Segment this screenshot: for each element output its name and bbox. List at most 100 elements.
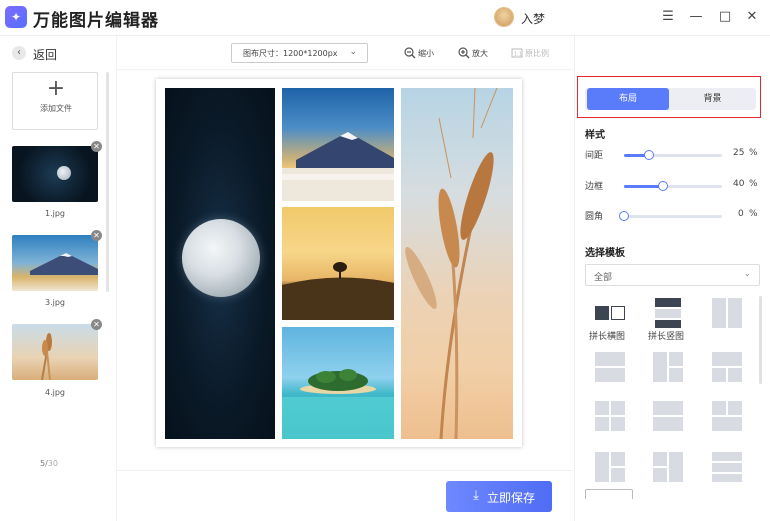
- chevron-down-icon: ⌄: [349, 47, 357, 57]
- zoom-in-icon: [458, 47, 470, 59]
- template-cell: [669, 368, 683, 382]
- original-ratio-icon: 1:1: [511, 47, 523, 59]
- template-cell: [611, 306, 625, 320]
- layout-template-item[interactable]: [712, 298, 742, 328]
- slider-track[interactable]: [619, 211, 722, 221]
- thumbnail-4[interactable]: [12, 324, 98, 380]
- layout-template-item[interactable]: [712, 352, 742, 382]
- svg-text:1:1: 1:1: [514, 52, 522, 58]
- toolbar-divider: [117, 69, 573, 70]
- template-scrollbar[interactable]: [759, 296, 762, 384]
- layout-template-item[interactable]: [653, 401, 683, 431]
- template-cell: [712, 298, 726, 328]
- menu-icon[interactable]: ☰: [658, 7, 678, 27]
- thumbnail-caption: 1.jpg: [44, 209, 65, 218]
- layout-template-item[interactable]: [595, 401, 625, 431]
- canvas-bottom-divider: [117, 470, 573, 471]
- close-button[interactable]: ✕: [742, 7, 762, 27]
- moon-image: [182, 219, 260, 297]
- template-cell: [712, 463, 742, 472]
- template-cell: [728, 401, 742, 415]
- template-cell: [653, 468, 667, 482]
- zoom-in-label: 放大: [472, 49, 488, 58]
- tree-image: [282, 262, 394, 320]
- add-file-button[interactable]: + 添加文件: [12, 72, 98, 130]
- template-cell: [655, 309, 681, 318]
- user-avatar[interactable]: [494, 7, 514, 27]
- app-window: ✦ 万能图片编辑器 入梦 ☰ — □ ✕ ‹ 返回 + 添加文件 ✕ 1.jpg…: [0, 0, 770, 521]
- template-section-title: 选择模板: [585, 248, 625, 259]
- layout-template-item[interactable]: [595, 298, 625, 328]
- mountain-image: [282, 132, 394, 201]
- collage-photo-tree[interactable]: [282, 207, 394, 320]
- canvas-size-dropdown[interactable]: 图布尺寸：1200*1200px ⌄: [231, 43, 368, 63]
- layout-template-item[interactable]: [653, 298, 683, 328]
- template-cell: [595, 352, 625, 366]
- slider-track[interactable]: [624, 181, 722, 191]
- page-total: 30: [47, 459, 58, 468]
- template-cell: [712, 352, 742, 366]
- collage-canvas[interactable]: [156, 79, 522, 447]
- user-name[interactable]: 入梦: [521, 10, 545, 27]
- template-cell: [611, 401, 625, 415]
- maximize-button[interactable]: □: [715, 7, 735, 27]
- collage-photo-island[interactable]: [282, 327, 394, 439]
- template-cell: [669, 452, 683, 482]
- template-cell: [669, 352, 683, 366]
- template-caption-horizontal: 拼长横图: [589, 332, 626, 342]
- tab-background[interactable]: 背景: [671, 88, 754, 110]
- plus-icon: +: [46, 76, 66, 101]
- slider-label: 间距: [585, 151, 604, 161]
- chevron-left-icon: ‹: [12, 46, 26, 60]
- wheat-image: [405, 88, 498, 439]
- template-cell: [653, 352, 667, 382]
- slider-thumb[interactable]: [619, 211, 629, 221]
- layout-template-item[interactable]: [712, 401, 742, 431]
- layout-template-item[interactable]: [595, 452, 625, 482]
- remove-thumbnail-icon[interactable]: ✕: [91, 230, 102, 241]
- slider-unit: %: [749, 179, 758, 189]
- canvas-size-label: 图布尺寸：1200*1200px: [243, 49, 338, 58]
- island-image: [282, 369, 394, 439]
- collage-photo-wheat[interactable]: [401, 88, 513, 439]
- template-cell: [728, 298, 742, 328]
- slider-unit: %: [749, 148, 758, 158]
- back-label: 返回: [33, 48, 58, 62]
- moon-image: [57, 166, 71, 180]
- template-cell: [595, 401, 609, 415]
- app-title: 万能图片编辑器: [33, 11, 159, 31]
- template-cell: [595, 417, 609, 431]
- layout-template-item[interactable]: [595, 352, 625, 382]
- thumbnail-caption: 3.jpg: [44, 298, 65, 307]
- save-now-label: 立即保存: [487, 491, 536, 505]
- layout-template-item[interactable]: [712, 452, 742, 482]
- slider-thumb[interactable]: [643, 150, 654, 160]
- layout-template-item[interactable]: [653, 352, 683, 382]
- page-current: 5/: [40, 459, 48, 468]
- slider-value: 25: [733, 148, 745, 158]
- collage-photo-mountain[interactable]: [282, 88, 394, 201]
- template-item-partial[interactable]: [585, 489, 633, 499]
- slider-value: 40: [733, 179, 745, 189]
- slider-value: 0: [738, 209, 744, 219]
- slider-track[interactable]: [624, 150, 722, 160]
- template-cell: [712, 368, 726, 382]
- template-filter-dropdown[interactable]: 全部 ⌄: [585, 264, 760, 286]
- chevron-down-icon: ⌄: [743, 269, 751, 279]
- tab-layout[interactable]: 布局: [587, 88, 669, 110]
- remove-thumbnail-icon[interactable]: ✕: [91, 141, 102, 152]
- collage-photo-moon[interactable]: [165, 88, 275, 439]
- thumbnail-scrollbar[interactable]: [106, 72, 109, 292]
- template-cell: [712, 474, 742, 482]
- save-now-button[interactable]: ⤓ 立即保存: [446, 481, 552, 512]
- thumbnail-1[interactable]: [12, 146, 98, 202]
- mountain-image: [30, 253, 98, 275]
- slider-label: 边框: [585, 182, 604, 192]
- remove-thumbnail-icon[interactable]: ✕: [91, 319, 102, 330]
- style-section-title: 样式: [585, 130, 605, 141]
- original-ratio-label: 原比例: [525, 49, 549, 58]
- thumbnail-3[interactable]: [12, 235, 98, 291]
- layout-template-item[interactable]: [653, 452, 683, 482]
- minimize-button[interactable]: —: [686, 7, 706, 27]
- left-divider: [116, 36, 117, 521]
